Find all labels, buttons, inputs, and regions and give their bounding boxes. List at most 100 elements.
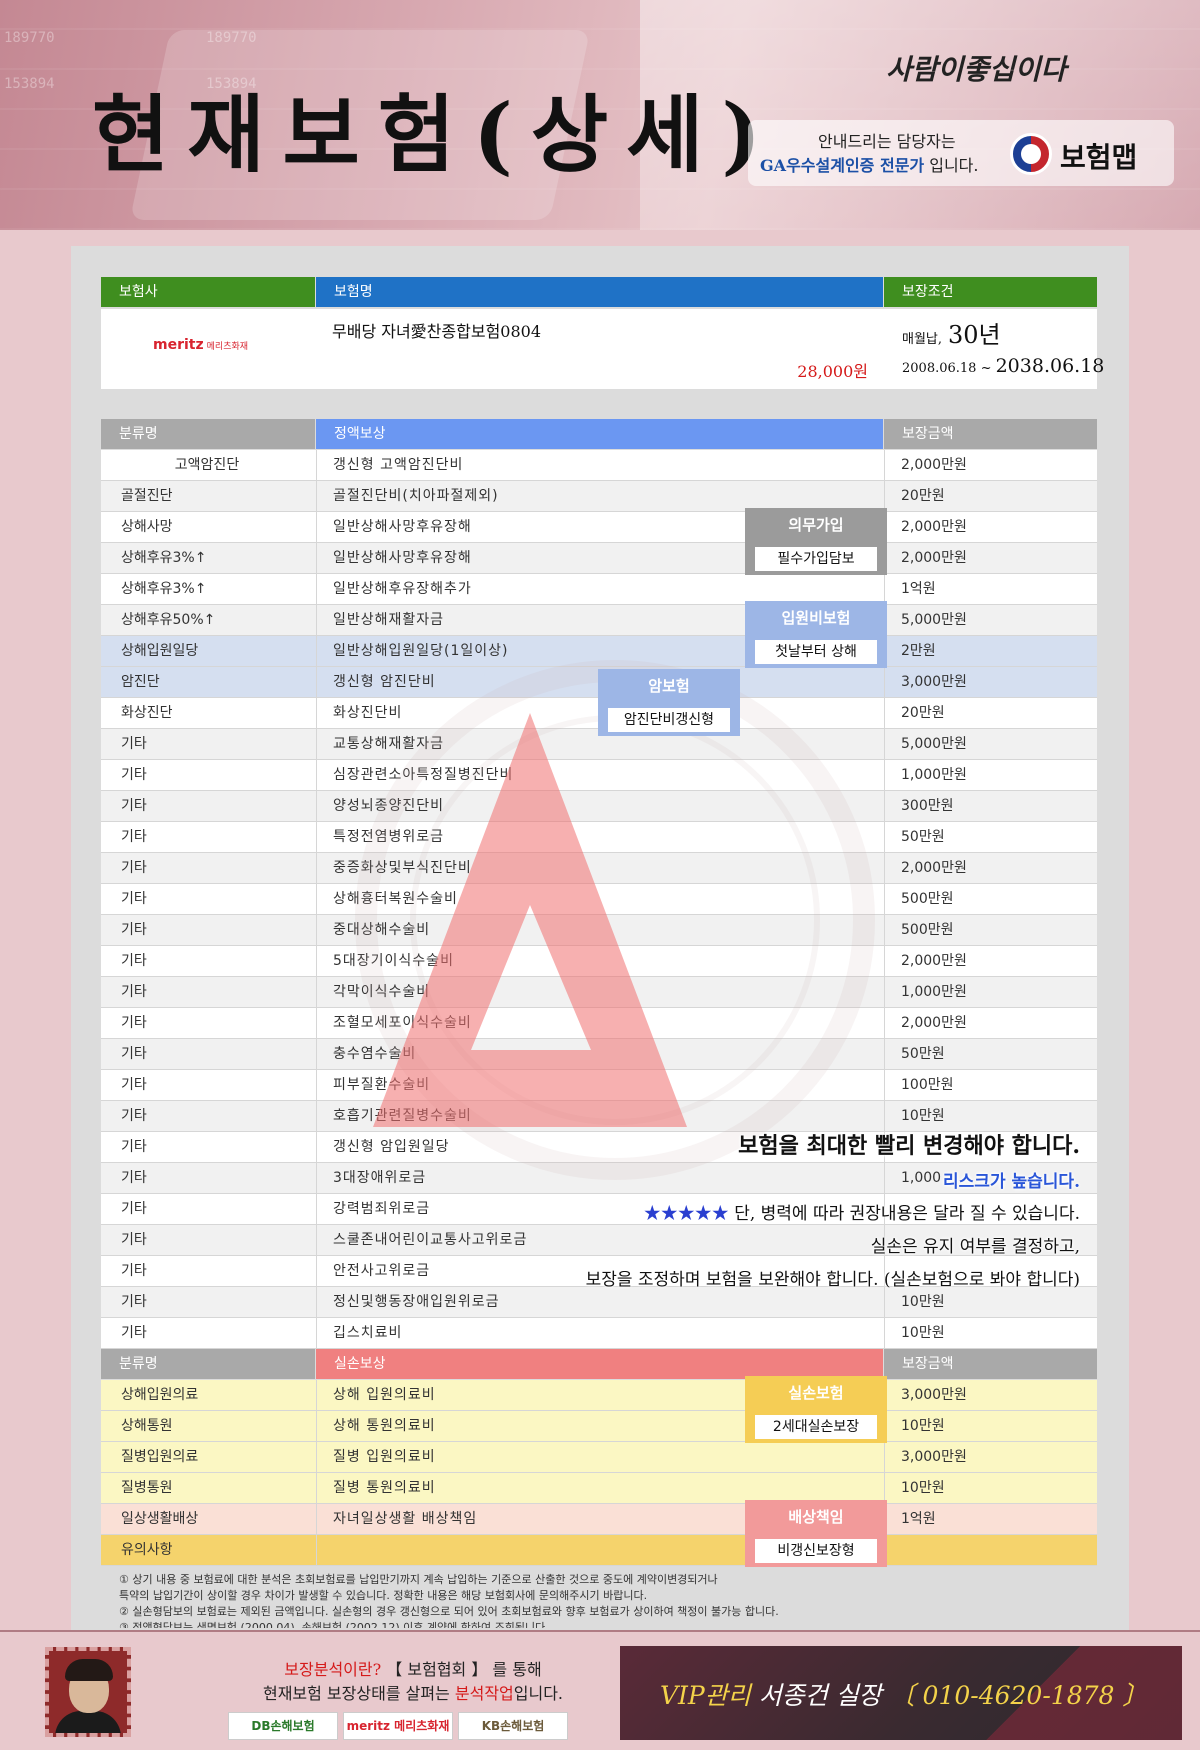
- photo-suit: [55, 1711, 121, 1733]
- row-category: 유의사항: [121, 1542, 173, 1558]
- row-category: 질병입원의료: [121, 1449, 199, 1465]
- row-amount: 5,000만원: [901, 736, 967, 752]
- table-row: 기타 깁스치료비 10만원: [101, 1318, 1097, 1349]
- badge-highlight: GA우수설계인증 전문가: [760, 156, 925, 175]
- row-category: 기타: [121, 1108, 147, 1124]
- row-benefit: 깁스치료비: [333, 1325, 403, 1341]
- row-amount: 2만원: [901, 643, 936, 659]
- row-amount: 1억원: [901, 581, 936, 597]
- row-amount: 10만원: [901, 1418, 945, 1434]
- row-benefit: 정신및행동장애입원위로금: [333, 1294, 500, 1310]
- column-divider: [884, 729, 885, 760]
- row-amount: 20만원: [901, 705, 945, 721]
- actual-head-amount: 보장금액: [884, 1349, 1097, 1379]
- actual-head-category: 분류명: [101, 1349, 315, 1379]
- slogan: 사람이좋십이다: [886, 53, 1067, 86]
- row-category: 상해입원의료: [121, 1387, 199, 1403]
- row-category: 기타: [121, 860, 147, 876]
- row-category: 기타: [121, 1139, 147, 1155]
- column-divider: [884, 1287, 885, 1318]
- column-divider: [316, 1163, 317, 1194]
- tag-liability-label: 비갱신보장형: [755, 1539, 877, 1563]
- head-insurer: 보험사: [101, 277, 315, 307]
- column-divider: [884, 1318, 885, 1349]
- fixed-head-amount: 보장금액: [884, 419, 1097, 449]
- advisory-adjust: 보장을 조정하며 보험을 보완해야 합니다. (실손보험으로 봐야 합니다): [585, 1270, 1080, 1290]
- payment-condition: 매월납, 30년: [902, 321, 1001, 349]
- consultant-photo: [45, 1647, 131, 1737]
- row-category: 상해입원일당: [121, 643, 199, 659]
- row-amount: 3,000만원: [901, 1387, 967, 1403]
- column-divider: [316, 1473, 317, 1504]
- row-benefit: 갱신형 암입원일당: [333, 1139, 450, 1155]
- row-category: 기타: [121, 1077, 147, 1093]
- column-divider: [316, 791, 317, 822]
- note-line: ① 상기 내용 중 보험료에 대한 분석은 초회보험료를 납입만기까지 계속 납…: [119, 1573, 718, 1586]
- row-amount: 100만원: [901, 1077, 954, 1093]
- row-category: 기타: [121, 922, 147, 938]
- column-divider: [884, 1039, 885, 1070]
- column-divider: [316, 667, 317, 698]
- badge-line-1: 안내드리는 담당자는: [818, 132, 956, 151]
- row-amount: 10만원: [901, 1325, 945, 1341]
- vip-contact[interactable]: VIP관리 서종건 실장 〔 010-4620-1878 〕: [660, 1676, 1147, 1712]
- gov-brand-name: 보험맵: [1060, 141, 1138, 174]
- tag-actual-title: 실손보험: [745, 1376, 887, 1412]
- tag-hospital: 첫날부터 상해: [745, 634, 887, 668]
- table-row: 상해통원 상해 통원의료비 10만원: [101, 1411, 1097, 1442]
- header-deco-number: 189770: [4, 30, 55, 46]
- table-row: 상해후유50%↑ 일반상해재활자금 5,000만원: [101, 605, 1097, 636]
- column-divider: [884, 884, 885, 915]
- row-amount: 2,000만원: [901, 860, 967, 876]
- row-category: 기타: [121, 736, 147, 752]
- row-amount: 1,000: [901, 1170, 942, 1186]
- column-divider: [316, 729, 317, 760]
- table-row: 질병통원 질병 통원의료비 10만원: [101, 1473, 1097, 1504]
- row-category: 일상생활배상: [121, 1511, 199, 1527]
- tag-hospital-title: 입원비보험: [745, 601, 887, 637]
- column-divider: [316, 1039, 317, 1070]
- column-divider: [316, 915, 317, 946]
- column-divider: [884, 946, 885, 977]
- row-benefit: 일반상해사망후유장해: [333, 550, 472, 566]
- column-divider: [884, 1442, 885, 1473]
- premium-amount: 28,000원: [797, 362, 868, 381]
- advisory-risk: 리스크가 높습니다.: [943, 1172, 1080, 1192]
- column-divider: [884, 667, 885, 698]
- tag-actual: 2세대실손보장: [745, 1409, 887, 1443]
- row-amount: 1억원: [901, 1511, 936, 1527]
- row-benefit: 일반상해사망후유장해: [333, 519, 472, 535]
- logo-db-insurance: DB손해보험: [228, 1712, 338, 1740]
- column-divider: [316, 1535, 317, 1566]
- row-category: 기타: [121, 1201, 147, 1217]
- tag-cancer-title: 암보험: [598, 669, 740, 705]
- note-line: ② 실손형담보의 보험료는 제외된 금액입니다. 실손형의 경우 갱신형으로 되…: [119, 1605, 779, 1618]
- tag-liability: 비갱신보장형: [745, 1533, 887, 1567]
- column-divider: [316, 481, 317, 512]
- row-amount: 1,000만원: [901, 984, 967, 1000]
- column-divider: [316, 760, 317, 791]
- row-benefit: 갱신형 고액암진단비: [333, 457, 464, 473]
- column-divider: [316, 450, 317, 481]
- row-benefit: 일반상해재활자금: [333, 612, 445, 628]
- advisory-caveat: ★★★★★ 단, 병력에 따라 권장내용은 달라 질 수 있습니다.: [643, 1204, 1080, 1224]
- column-divider: [316, 1101, 317, 1132]
- tag-hospital-label: 첫날부터 상해: [755, 640, 877, 664]
- column-divider: [316, 698, 317, 729]
- row-amount: 50만원: [901, 829, 945, 845]
- badge-line-2: GA우수설계인증 전문가 입니다.: [760, 156, 979, 175]
- column-divider: [316, 1256, 317, 1287]
- taegeuk-icon: [1010, 133, 1052, 175]
- tag-mandatory: 필수가입담보: [745, 541, 887, 575]
- column-divider: [316, 853, 317, 884]
- note-line: 특약의 납입기간이 상이할 경우 차이가 발생할 수 있습니다. 정확한 내용은…: [119, 1589, 648, 1602]
- row-category: 화상진단: [121, 705, 173, 721]
- row-category: 상해후유50%↑: [121, 612, 216, 628]
- table-row: 기타 정신및행동장애입원위로금 10만원: [101, 1287, 1097, 1318]
- row-benefit: 상해 입원의료비: [333, 1387, 436, 1403]
- column-divider: [316, 822, 317, 853]
- column-divider: [316, 1132, 317, 1163]
- row-category: 기타: [121, 798, 147, 814]
- row-category: 기타: [121, 953, 147, 969]
- footer-analysis-line-2: 현재보험 보장상태를 살펴는 분석작업입니다.: [262, 1684, 564, 1703]
